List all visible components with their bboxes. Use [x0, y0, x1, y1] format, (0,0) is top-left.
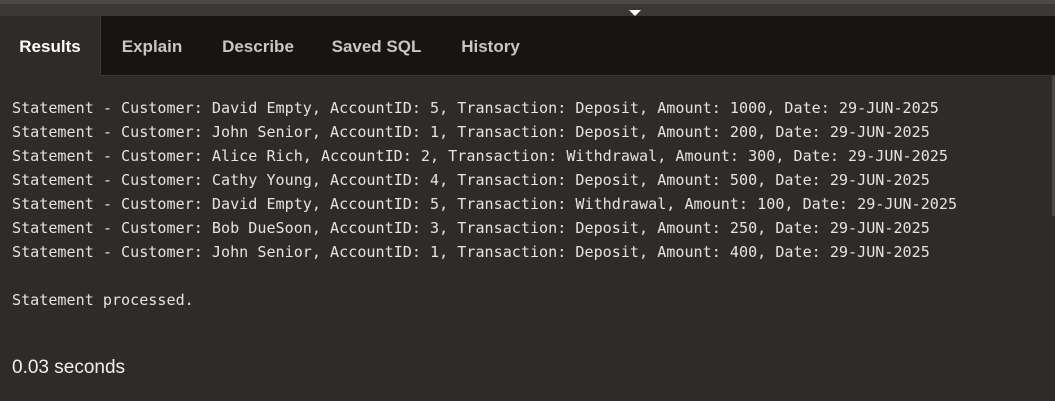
results-panel: Results Explain Describe Saved SQL Histo… [0, 0, 1055, 401]
panel-splitter[interactable] [0, 0, 1055, 16]
output-line: Statement - Customer: Alice Rich, Accoun… [12, 147, 948, 165]
tab-explain[interactable]: Explain [101, 16, 203, 76]
elapsed-time: 0.03 seconds [12, 357, 126, 378]
output-tabbar: Results Explain Describe Saved SQL Histo… [0, 16, 1055, 76]
output-line: Statement - Customer: Cathy Young, Accou… [12, 171, 930, 189]
tab-describe[interactable]: Describe [203, 16, 313, 76]
script-output: Statement - Customer: David Empty, Accou… [12, 96, 1052, 264]
tab-saved-sql[interactable]: Saved SQL [313, 16, 440, 76]
status-message: Statement processed. [12, 291, 194, 309]
output-line: Statement - Customer: John Senior, Accou… [12, 243, 930, 261]
tab-results[interactable]: Results [0, 16, 101, 76]
output-line: Statement - Customer: David Empty, Accou… [12, 195, 958, 213]
output-line: Statement - Customer: Bob DueSoon, Accou… [12, 219, 930, 237]
tab-history[interactable]: History [440, 16, 541, 76]
output-line: Statement - Customer: John Senior, Accou… [12, 123, 930, 141]
output-line: Statement - Customer: David Empty, Accou… [12, 99, 939, 117]
